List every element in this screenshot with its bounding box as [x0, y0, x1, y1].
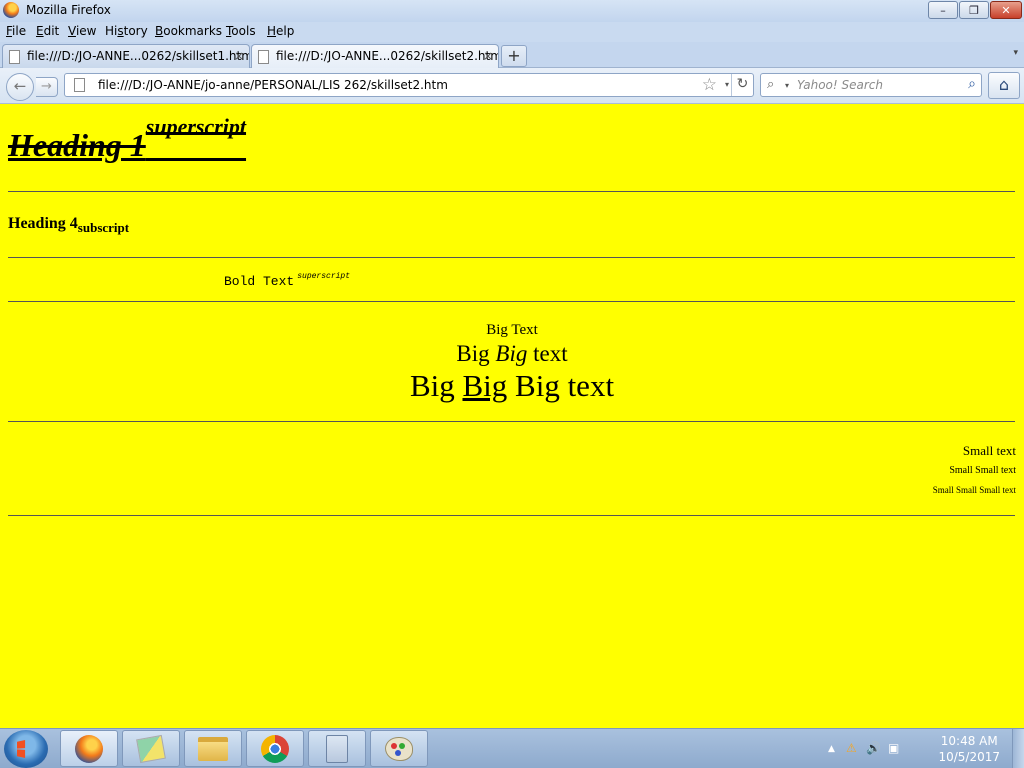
menu-file[interactable]: File [6, 24, 26, 38]
tab-label: file:///D:/JO-ANNE...0262/skillset2.htm [276, 49, 499, 63]
paint-icon [385, 736, 413, 761]
show-hidden-icons-icon[interactable]: ▲ [828, 744, 835, 754]
small-text-line-2: Small Small text [949, 465, 1016, 476]
heading-1-superscript: superscript [145, 114, 247, 139]
page-icon [258, 50, 269, 64]
menu-edit[interactable]: Edit [36, 24, 59, 38]
firefox-icon [75, 734, 103, 763]
clock-time: 10:48 AM [940, 734, 998, 748]
tab-skillset2[interactable]: file:///D:/JO-ANNE...0262/skillset2.htm … [251, 44, 499, 68]
chrome-icon [261, 734, 289, 763]
menu-view[interactable]: View [68, 24, 96, 38]
heading-4: Heading 4subscript [8, 215, 130, 235]
action-center-warning-icon[interactable]: ⚠ [846, 741, 857, 755]
small-text-line-1: Small text [962, 443, 1016, 458]
back-forward-group: ← → [6, 73, 58, 101]
start-button[interactable] [4, 730, 48, 768]
list-all-tabs-icon[interactable]: ▾ [1013, 48, 1018, 58]
windows-logo-icon [17, 740, 26, 758]
url-history-dropdown-icon[interactable]: ▾ [725, 80, 729, 89]
search-input[interactable] [797, 77, 957, 93]
firefox-logo-icon [3, 2, 19, 18]
search-engine-dropdown-icon[interactable]: ▾ [785, 81, 789, 90]
close-button[interactable]: ✕ [990, 1, 1022, 19]
small-text-line-3: Small Small Small text [932, 485, 1016, 495]
bold-text: Bold Text superscript [224, 272, 351, 289]
taskbar-calculator[interactable] [308, 730, 366, 767]
window-title: Mozilla Firefox [26, 3, 111, 17]
volume-icon[interactable]: 🔊 [866, 741, 881, 755]
title-bar: Mozilla Firefox – ❐ ✕ [0, 0, 1024, 22]
new-tab-button[interactable]: + [501, 45, 527, 67]
back-button[interactable]: ← [6, 73, 34, 101]
bookmark-star-icon[interactable]: ☆ [702, 75, 717, 95]
menu-bookmarks[interactable]: Bookmarks [155, 24, 222, 38]
heading-4-subscript: subscript [77, 220, 130, 235]
sticky-notes-icon [136, 734, 166, 763]
page-identity-icon[interactable] [74, 78, 85, 92]
tab-close-icon[interactable]: × [234, 49, 244, 63]
horizontal-rule [8, 257, 1015, 258]
tab-label: file:///D:/JO-ANNE...0262/skillset1.htm [27, 49, 250, 63]
tab-close-icon[interactable]: × [483, 49, 493, 63]
page-icon [9, 50, 20, 64]
menu-bar: File Edit View History Bookmarks Tools H… [0, 22, 1024, 42]
horizontal-rule [8, 515, 1015, 516]
taskbar-firefox[interactable] [60, 730, 118, 767]
address-bar[interactable]: file:///D:/JO-ANNE/jo-anne/PERSONAL/LIS … [64, 73, 754, 97]
menu-tools[interactable]: Tools [226, 24, 256, 38]
heading-1: Heading 1superscript [8, 114, 247, 163]
search-bar: ⌕ ▾ ⌕ [760, 73, 982, 97]
minimize-button[interactable]: – [928, 1, 958, 19]
navigation-bar: ← → file:///D:/JO-ANNE/jo-anne/PERSONAL/… [0, 68, 1024, 104]
bold-text-superscript: superscript [297, 272, 351, 281]
calculator-icon [326, 734, 348, 763]
big-text-line-3: Big Big Big text [409, 368, 615, 403]
clock[interactable]: 10:48 AM 10/5/2017 [938, 733, 1000, 765]
file-explorer-icon [198, 736, 228, 761]
menu-history[interactable]: History [105, 24, 148, 38]
forward-button[interactable]: → [36, 77, 58, 97]
taskbar-chrome[interactable] [246, 730, 304, 767]
reload-button[interactable]: ↻ [731, 74, 753, 96]
page-content: Heading 1superscript Heading 4subscript … [0, 104, 1024, 728]
taskbar-paint[interactable] [370, 730, 428, 767]
tab-skillset1[interactable]: file:///D:/JO-ANNE...0262/skillset1.htm … [2, 44, 250, 68]
taskbar-file-explorer[interactable] [184, 730, 242, 767]
horizontal-rule [8, 301, 1015, 302]
restore-button[interactable]: ❐ [959, 1, 989, 19]
network-icon[interactable]: ▣ [888, 741, 899, 755]
show-desktop-button[interactable] [1012, 729, 1024, 768]
horizontal-rule [8, 421, 1015, 422]
search-engine-icon[interactable]: ⌕ [767, 77, 774, 92]
tab-strip: file:///D:/JO-ANNE...0262/skillset1.htm … [0, 42, 1024, 68]
taskbar-sticky-notes[interactable] [122, 730, 180, 767]
taskbar: ▲ ⚠ 🔊 ▣ 10:48 AM 10/5/2017 [0, 728, 1024, 768]
search-go-icon[interactable]: ⌕ [968, 76, 976, 92]
big-text-line-2: Big Big text [456, 341, 568, 366]
url-text[interactable]: file:///D:/JO-ANNE/jo-anne/PERSONAL/LIS … [98, 78, 448, 92]
clock-date: 10/5/2017 [938, 750, 1000, 764]
home-button[interactable]: ⌂ [988, 72, 1020, 99]
horizontal-rule [8, 191, 1015, 192]
menu-help[interactable]: Help [267, 24, 294, 38]
big-text-line-1: Big Text [486, 322, 538, 338]
window-controls: – ❐ ✕ [928, 1, 1022, 19]
